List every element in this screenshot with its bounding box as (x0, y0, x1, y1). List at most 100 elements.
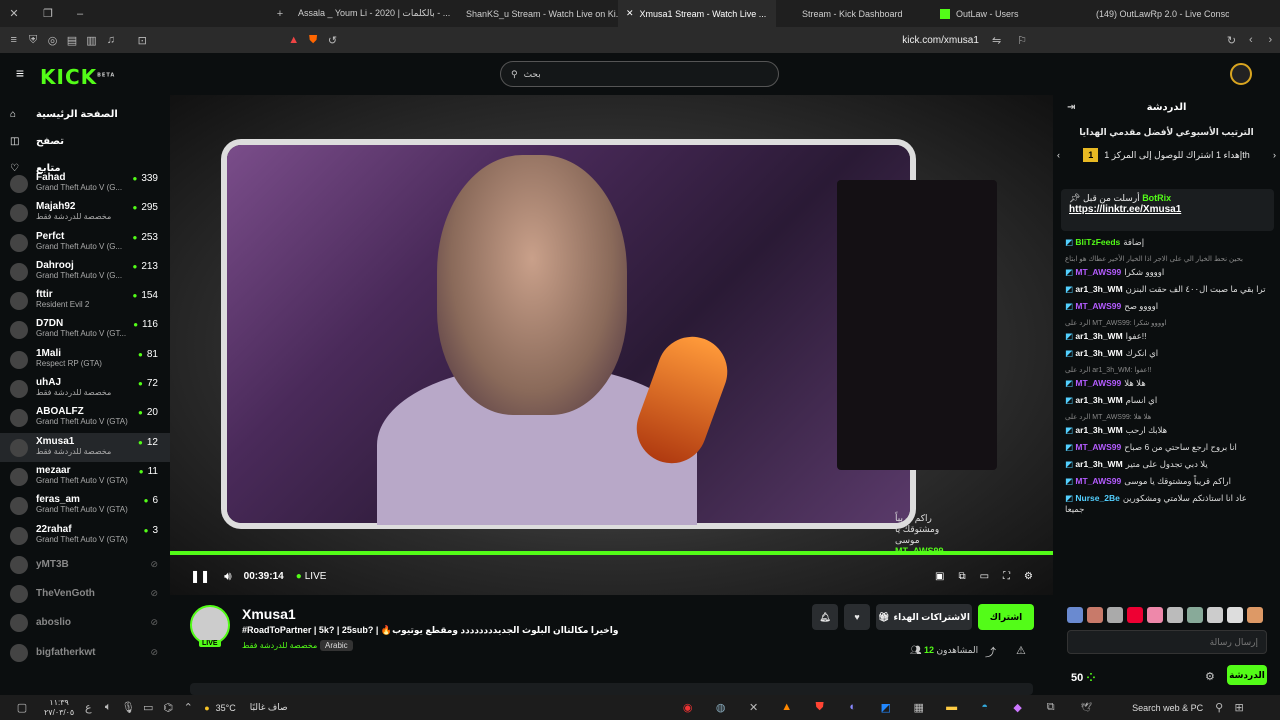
chat-username[interactable]: MT_AWS99 (1075, 442, 1121, 452)
video-player[interactable]: راكم قريباً ومشتوقك يا موسى MT_AWS99 ❚❚ … (170, 95, 1053, 595)
taskbar-search-icon[interactable]: ⚲ (1209, 701, 1229, 714)
browser-tab-kick-dashboard[interactable]: Stream - Kick Dashboard (776, 0, 926, 27)
channel-item[interactable]: DahroojGrand Theft Auto V (G...213 (0, 257, 170, 286)
channel-item[interactable]: ABOALFZGrand Theft Auto V (GTA)20 (0, 403, 170, 432)
channel-item[interactable]: feras_amGrand Theft Auto V (GTA)6 (0, 491, 170, 520)
globe-icon[interactable]: ◎ (43, 34, 62, 47)
emote-icon[interactable] (1107, 607, 1123, 623)
channel-item-selected[interactable]: Xmusa1مخصصة للدردشة فقط12 (0, 432, 170, 462)
chat-message-input[interactable]: إرسال رسالة (1067, 630, 1267, 654)
share-icon[interactable]: ⤴ (985, 644, 996, 660)
shield-icon[interactable]: ⛨ (23, 34, 42, 47)
restore-window-icon[interactable]: ❐ (38, 7, 58, 20)
sidebar-item-browse[interactable]: ◫ تصفح (0, 130, 170, 152)
clip-icon[interactable]: ⧉ (958, 571, 965, 582)
taskbar-search[interactable]: Search web & PC (1132, 703, 1203, 713)
steam-icon[interactable]: ◍ (711, 701, 731, 714)
chat-username[interactable]: ar1_3h_WM (1075, 395, 1122, 405)
connection-icon[interactable]: ⇋ (987, 34, 1006, 47)
extension-icon[interactable]: ▲ (284, 34, 303, 46)
sidebar-item-home[interactable]: ⌂ الصفحة الرئيسية (0, 103, 170, 125)
pinned-link[interactable]: https://linktr.ee/Xmusa1 (1069, 204, 1181, 215)
edge-icon[interactable]: ◓ (975, 701, 995, 714)
channel-item[interactable]: FahadGrand Theft Auto V (G...339 (0, 169, 170, 198)
channel-item[interactable]: PerfctGrand Theft Auto V (G...253 (0, 228, 170, 257)
emote-icon[interactable] (1067, 607, 1083, 623)
browser-tab-outlaw-console[interactable]: (149) OutLawRp 2.0 - Live Console (1074, 0, 1229, 27)
language-tag[interactable]: Arabic (320, 640, 353, 651)
music-icon[interactable]: ♫ (101, 34, 120, 46)
close-tab-icon[interactable]: ✕ (626, 8, 634, 19)
browser-tab-outlaw-users[interactable]: OutLaw - Users (926, 0, 1074, 27)
emote-icon[interactable] (1147, 607, 1163, 623)
gift-subs-button[interactable]: 🎁︎ الاشتراكات الهداء (876, 604, 972, 630)
new-tab-icon[interactable]: + (270, 8, 290, 20)
clock[interactable]: ١١:٣٩ ٢٧/٠٣/٠٥ (44, 698, 74, 718)
channel-avatar[interactable] (190, 605, 230, 645)
settings-icon[interactable]: ⚙ (1024, 571, 1033, 582)
chat-username[interactable]: MT_AWS99 (1075, 267, 1121, 277)
sidebar-icon[interactable]: ▥ (82, 34, 101, 47)
close-window-icon[interactable]: ✕ (4, 7, 24, 20)
reply-preview[interactable]: الرد على ar1_3h_WM: عفوا!! (1065, 365, 1268, 376)
chevron-right-icon[interactable]: › (1273, 150, 1276, 160)
emote-icon[interactable] (1167, 607, 1183, 623)
collapse-chat-icon[interactable]: ⇥ (1067, 95, 1075, 121)
report-icon[interactable]: ⚠ (1016, 644, 1026, 657)
recording-app-icon[interactable]: ◉ (678, 701, 698, 714)
task-view-icon[interactable]: ⧉ (1041, 701, 1061, 714)
channel-item[interactable]: 1MaliRespect RP (GTA)81 (0, 345, 170, 374)
points-display[interactable]: 50 ⁘ (1071, 671, 1096, 684)
chat-username[interactable]: ar1_3h_WM (1075, 331, 1122, 341)
browser-tab-xmusa1[interactable]: ✕ Xmusa1 Stream - Watch Live ... (618, 0, 776, 27)
xbox-icon[interactable]: ✕ (744, 701, 764, 714)
chat-username[interactable]: ar1_3h_WM (1075, 425, 1122, 435)
menu-icon[interactable]: ≡ (4, 34, 23, 46)
offline-channel-item[interactable]: bigfatherkwt ⊘ (0, 638, 170, 667)
chat-username[interactable]: ar1_3h_WM (1075, 348, 1122, 358)
offline-channel-item[interactable]: aboslio ⊘ (0, 608, 170, 637)
follow-button[interactable]: ♥ (844, 604, 870, 630)
channel-item[interactable]: D7DNGrand Theft Auto V (GT...116 (0, 315, 170, 344)
network-icon[interactable]: ⌬ (158, 701, 178, 714)
chat-username[interactable]: MT_AWS99 (1075, 476, 1121, 486)
language-icon[interactable]: ع (78, 701, 98, 714)
mic-icon[interactable]: 🎙︎ (118, 701, 138, 714)
chat-username[interactable]: ar1_3h_WM (1075, 459, 1122, 469)
browser-tab-shanks[interactable]: ShanKS_u Stream - Watch Live on Ki... (458, 0, 618, 27)
channel-item[interactable]: 22rahafGrand Theft Auto V (GTA)3 (0, 521, 170, 550)
progress-bar[interactable] (170, 551, 1053, 555)
channel-item[interactable]: Majah92مخصصة للدردشة فقط295 (0, 198, 170, 227)
chat-username[interactable]: MT_AWS99 (1075, 301, 1121, 311)
tray-expand-icon[interactable]: ⌃ (178, 701, 198, 714)
chevron-left-icon[interactable]: ‹ (1057, 150, 1060, 160)
forward-icon[interactable]: › (1261, 34, 1280, 46)
offline-channel-item[interactable]: TheVenGoth ⊘ (0, 579, 170, 608)
chat-username[interactable]: MT_AWS99 (1075, 378, 1121, 388)
hamburger-menu-icon[interactable]: ≡ (10, 65, 30, 81)
pip-icon[interactable]: ▣ (935, 571, 944, 582)
emote-icon[interactable] (1127, 607, 1143, 623)
reply-preview[interactable]: الرد على MT_AWS99: اوووو شكرا (1065, 318, 1268, 329)
emote-icon[interactable] (1207, 607, 1223, 623)
store-icon[interactable]: ▦ (909, 701, 929, 714)
chat-username[interactable]: Nurse_2Be (1075, 493, 1119, 503)
stream-category[interactable]: مخصصة للدردشة فقط (242, 641, 317, 650)
bookmark-icon[interactable]: ⚐ (1012, 34, 1031, 47)
minimize-window-icon[interactable]: – (70, 8, 90, 20)
offline-channel-item[interactable]: yMT3B ⊘ (0, 550, 170, 579)
emote-icon[interactable] (1187, 607, 1203, 623)
outlook-icon[interactable]: ◩ (876, 701, 896, 714)
notifications-button[interactable]: 🔔︎ (812, 604, 838, 630)
subscribe-button[interactable]: اشتراك (978, 604, 1034, 630)
brave-shield-icon[interactable]: ⛊ (303, 34, 322, 47)
weather-temp[interactable]: 35°C (216, 703, 236, 713)
history-icon[interactable]: ↺ (323, 34, 342, 47)
reload-icon[interactable]: ↻ (1222, 34, 1241, 47)
copilot-icon[interactable]: ◆ (1008, 701, 1028, 714)
user-avatar[interactable] (1230, 63, 1252, 85)
theater-mode-icon[interactable]: ▭ (980, 571, 989, 582)
pause-icon[interactable]: ❚❚ (190, 569, 210, 583)
search-input[interactable]: ⚲ بحث (500, 61, 779, 87)
chat-settings-icon[interactable]: ⚙ (1205, 670, 1215, 683)
